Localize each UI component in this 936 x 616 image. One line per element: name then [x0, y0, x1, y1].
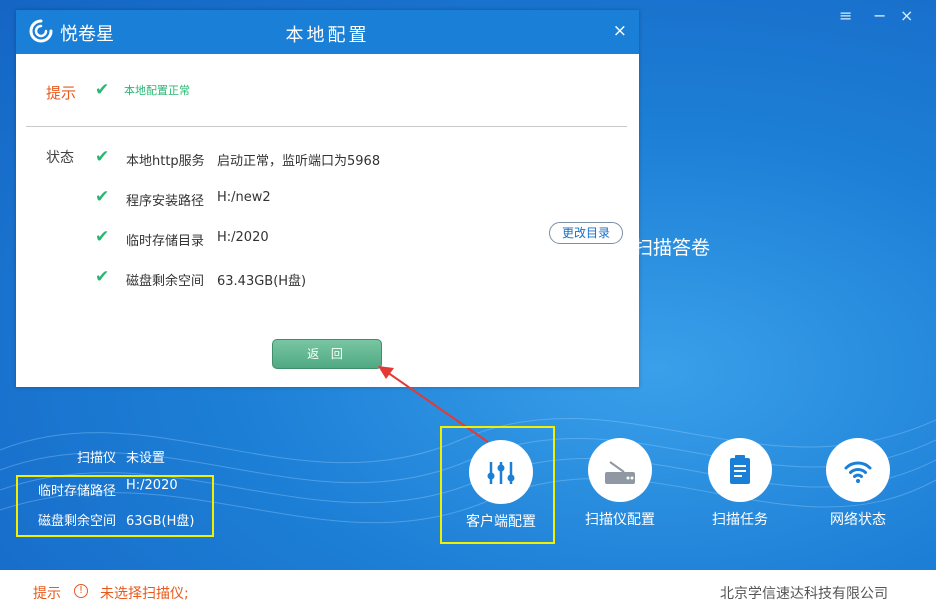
local-config-dialog: 悦卷星 本地配置 × 提示 ✔ 本地配置正常 状态 ✔ 本地http服务 启动正… — [16, 10, 639, 387]
tile-label: 网络状态 — [830, 512, 886, 528]
temp-dir-value: H:/2020 — [217, 230, 269, 245]
tile-label: 扫描任务 — [712, 512, 768, 528]
status-bar: 提示 ! 未选择扫描仪; 北京学信速达科技有限公司 — [0, 570, 936, 616]
temp-dir-label: 临时存储目录 — [126, 234, 205, 249]
check-icon: ✔ — [95, 267, 110, 287]
disk-space-value: 63.43GB(H盘) — [217, 274, 307, 289]
scan-task-tile[interactable]: 扫描任务 — [680, 430, 800, 540]
dialog-header: 悦卷星 本地配置 × — [16, 10, 639, 54]
tile-label: 客户端配置 — [466, 514, 536, 530]
install-path-label: 程序安装路径 — [126, 194, 205, 209]
menu-button[interactable]: ≡ — [839, 6, 852, 25]
check-icon: ✔ — [95, 227, 110, 247]
back-button[interactable]: 返 回 — [272, 339, 382, 369]
scan-answer-sheet-label: 扫描答卷 — [634, 237, 711, 259]
client-config-tile[interactable]: 客户端配置 — [441, 432, 561, 542]
check-icon: ✔ — [95, 147, 110, 167]
scanner-label: 扫描仪 — [76, 451, 116, 466]
sliders-icon — [469, 440, 533, 504]
disk-space-info-label: 磁盘剩余空间 — [37, 514, 116, 529]
install-path-value: H:/new2 — [217, 190, 271, 205]
status-label: 状态 — [46, 150, 74, 166]
disk-space-label: 磁盘剩余空间 — [126, 274, 205, 289]
wifi-icon — [826, 438, 890, 502]
network-status-tile[interactable]: 网络状态 — [798, 430, 918, 540]
dialog-title: 本地配置 — [285, 25, 370, 46]
main-window: ≡ − × 扫描答卷 悦卷星 本地配置 × 提示 ✔ 本地配置正常 状态 ✔ 本… — [0, 0, 936, 616]
http-service-value: 启动正常，监听端口为5968 — [217, 154, 381, 169]
scanner-config-tile[interactable]: 扫描仪配置 — [560, 430, 680, 540]
minimize-button[interactable]: − — [873, 6, 886, 25]
footer-hint-message: 未选择扫描仪; — [100, 586, 189, 602]
check-icon: ✔ — [95, 80, 110, 100]
scanner-icon — [588, 438, 652, 502]
check-icon: ✔ — [95, 187, 110, 207]
temp-path-label: 临时存储路径 — [37, 484, 116, 499]
http-service-label: 本地http服务 — [126, 154, 205, 169]
warning-icon: ! — [74, 584, 88, 598]
window-close-button[interactable]: × — [900, 6, 913, 25]
hint-message: 本地配置正常 — [124, 84, 190, 97]
hint-label: 提示 — [46, 84, 77, 102]
tile-label: 扫描仪配置 — [585, 512, 655, 528]
disk-space-info-value: 63GB(H盘) — [126, 514, 195, 529]
temp-path-value: H:/2020 — [126, 478, 178, 493]
scanner-value: 未设置 — [126, 451, 166, 466]
company-name: 北京学信速达科技有限公司 — [720, 586, 888, 602]
divider — [26, 126, 627, 127]
footer-hint-label: 提示 — [33, 586, 61, 602]
change-directory-button[interactable]: 更改目录 — [549, 222, 623, 244]
clipboard-icon — [708, 438, 772, 502]
dialog-close-icon[interactable]: × — [613, 21, 627, 41]
